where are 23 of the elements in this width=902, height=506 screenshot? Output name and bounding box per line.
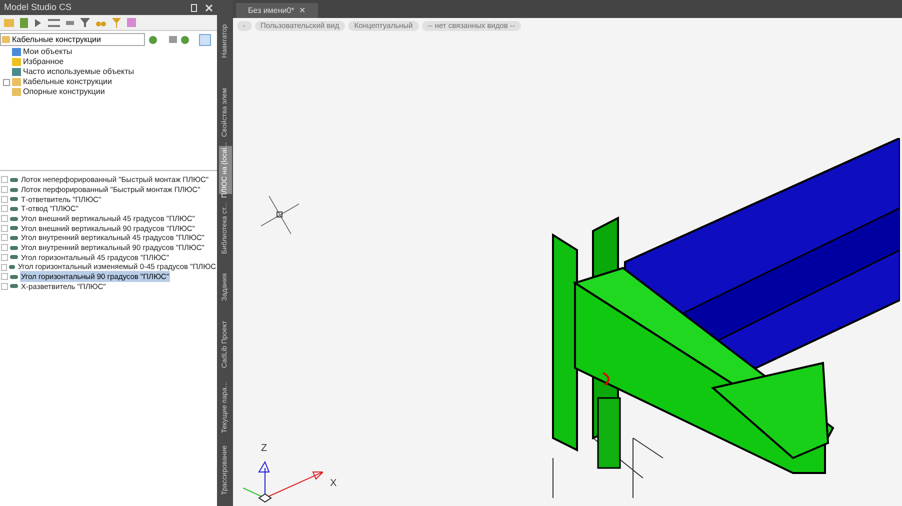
pin-icon[interactable]	[191, 4, 197, 12]
tree-item[interactable]: Кабельные конструкции	[23, 76, 112, 88]
tree-item[interactable]: Избранное	[23, 56, 64, 68]
filter-icon[interactable]	[80, 18, 90, 27]
expand-icon[interactable]	[3, 78, 10, 86]
panel-title: Model Studio CS	[4, 0, 73, 14]
list-icon[interactable]	[48, 18, 60, 26]
pin-button[interactable]	[199, 34, 211, 46]
tree-item[interactable]: Мои объекты	[23, 46, 72, 58]
tree-item[interactable]: Опорные конструкции	[23, 86, 105, 98]
cursor-crosshair-icon	[261, 196, 299, 234]
document-tab-title: Без имени0*	[248, 4, 294, 16]
library-combo[interactable]: Кабельные конструкции	[0, 33, 145, 46]
funnel-icon[interactable]	[112, 18, 121, 28]
play-icon[interactable]	[34, 18, 42, 26]
z-axis-label: Z	[261, 442, 268, 456]
document-tab[interactable]: Без имени0* ✕	[236, 3, 318, 18]
x-axis-label: X	[330, 477, 337, 491]
tree-item[interactable]: Часто используемые объекты	[23, 66, 134, 78]
search-field: Кабельные конструкции	[12, 34, 142, 45]
minus-icon[interactable]	[66, 20, 74, 24]
close-icon[interactable]	[205, 4, 213, 12]
close-icon[interactable]: ✕	[299, 4, 306, 16]
